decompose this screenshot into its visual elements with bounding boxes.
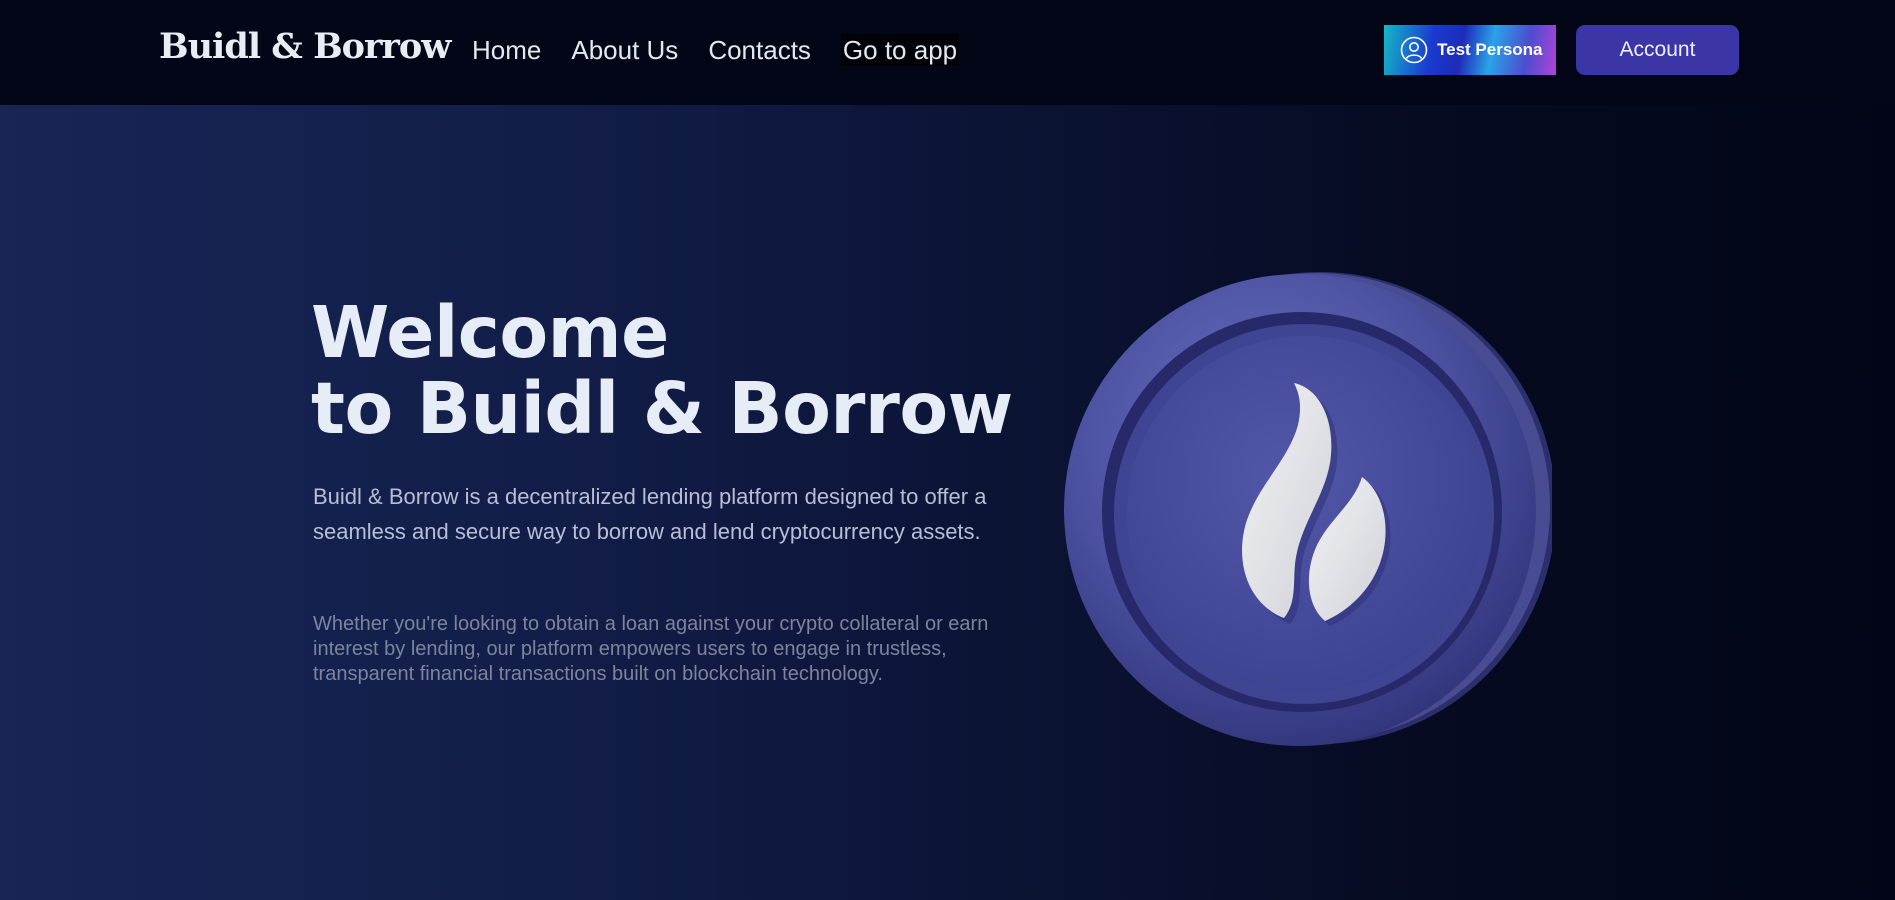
nav-about-link[interactable]: About Us bbox=[571, 34, 678, 66]
user-circle-icon bbox=[1400, 36, 1428, 64]
hero-section: Welcome to Buidl & Borrow Buidl & Borrow… bbox=[0, 105, 1895, 900]
hero-title-line-2: to Buidl & Borrow bbox=[311, 367, 1013, 450]
brand-logo[interactable]: Buidl & Borrow bbox=[159, 26, 451, 67]
hero-sub-text: Whether you're looking to obtain a loan … bbox=[313, 613, 989, 685]
flame-coin-icon bbox=[1062, 265, 1556, 755]
test-persona-label: Test Persona bbox=[1437, 40, 1543, 59]
hero-title: Welcome to Buidl & Borrow bbox=[311, 295, 1013, 447]
nav-go-to-app-link[interactable]: Go to app bbox=[840, 34, 960, 66]
test-persona-button[interactable]: Test Persona bbox=[1384, 25, 1556, 75]
hero-lead-text: Buidl & Borrow is a decentralized lendin… bbox=[313, 484, 987, 544]
hero-title-line-1: Welcome bbox=[311, 291, 669, 374]
nav-contacts-link[interactable]: Contacts bbox=[708, 34, 811, 66]
main-nav: Home About Us Contacts Go to app bbox=[472, 34, 960, 66]
nav-home-link[interactable]: Home bbox=[472, 34, 541, 66]
top-navbar: Buidl & Borrow Home About Us Contacts Go… bbox=[0, 0, 1895, 105]
account-button[interactable]: Account bbox=[1576, 25, 1739, 75]
landing-page: Buidl & Borrow Home About Us Contacts Go… bbox=[0, 0, 1895, 900]
